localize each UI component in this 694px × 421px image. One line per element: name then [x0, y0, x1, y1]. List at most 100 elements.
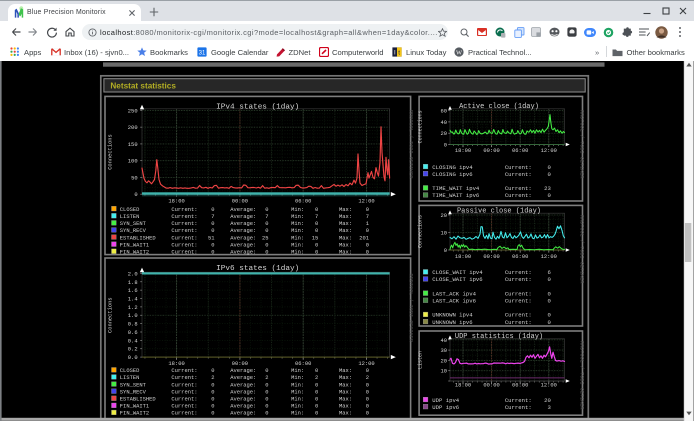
svg-text:Current:: Current: — [505, 290, 532, 297]
svg-text:0: 0 — [211, 367, 214, 374]
svg-text:TIME_WAIT ipv6: TIME_WAIT ipv6 — [432, 192, 479, 199]
svg-text:CLOSED: CLOSED — [120, 206, 140, 213]
svg-text:SYN_SENT: SYN_SENT — [120, 220, 147, 227]
svg-text:LAST_ACK ipv4: LAST_ACK ipv4 — [432, 290, 476, 297]
svg-text:06:00: 06:00 — [512, 147, 528, 154]
svg-text:0.0: 0.0 — [128, 354, 138, 361]
svg-text:Current:: Current: — [505, 404, 532, 411]
svg-text:Current:: Current: — [505, 312, 532, 319]
svg-text:UDP ipv4: UDP ipv4 — [432, 397, 459, 404]
svg-text:2: 2 — [315, 374, 318, 381]
svg-text:40: 40 — [440, 119, 447, 126]
svg-text:3: 3 — [548, 404, 551, 411]
svg-text:0: 0 — [315, 410, 318, 417]
svg-text:25: 25 — [262, 234, 269, 241]
svg-text:Min:: Min: — [291, 396, 304, 403]
svg-text:0: 0 — [315, 249, 318, 256]
svg-text:0.8: 0.8 — [128, 321, 138, 328]
svg-text:0: 0 — [265, 403, 268, 410]
svg-text:SYN_RECV: SYN_RECV — [120, 227, 147, 234]
svg-text:18:00: 18:00 — [455, 147, 471, 154]
svg-text:201: 201 — [359, 234, 369, 241]
svg-text:Current:: Current: — [171, 206, 197, 213]
svg-text:Current:: Current: — [171, 227, 197, 234]
svg-text:0: 0 — [211, 227, 214, 234]
svg-text:UNKNOWN ipv4: UNKNOWN ipv4 — [432, 312, 473, 319]
svg-text:12:00: 12:00 — [358, 197, 374, 204]
svg-text:0: 0 — [366, 381, 369, 388]
svg-text:250: 250 — [128, 107, 138, 114]
svg-text:Max:: Max: — [339, 403, 352, 410]
svg-text:2: 2 — [366, 374, 369, 381]
svg-text:Current:: Current: — [505, 164, 532, 171]
svg-text:RRDTOOL / TOBI OETIKER: RRDTOOL / TOBI OETIKER — [579, 341, 585, 410]
svg-text:Current:: Current: — [505, 185, 532, 192]
svg-text:0: 0 — [265, 410, 268, 417]
svg-text:15: 15 — [312, 234, 319, 241]
svg-text:0: 0 — [444, 142, 447, 149]
svg-text:51: 51 — [208, 234, 215, 241]
svg-text:1.2: 1.2 — [128, 304, 138, 311]
svg-text:Average:: Average: — [230, 206, 256, 213]
svg-text:FIN_WAIT2: FIN_WAIT2 — [120, 410, 149, 417]
svg-text:0: 0 — [315, 220, 318, 227]
svg-text:TIME_WAIT ipv4: TIME_WAIT ipv4 — [432, 185, 480, 192]
svg-text:CLOSE_WAIT ipv6: CLOSE_WAIT ipv6 — [432, 276, 482, 283]
svg-text:Current:: Current: — [171, 213, 197, 220]
svg-text:0: 0 — [315, 206, 318, 213]
svg-text:06:00: 06:00 — [512, 253, 528, 260]
svg-text:UDP ipv6: UDP ipv6 — [432, 404, 459, 411]
svg-text:Connections: Connections — [418, 110, 424, 143]
svg-text:0.6: 0.6 — [128, 329, 138, 336]
svg-text:Current:: Current: — [171, 249, 197, 256]
svg-text:Passive close (1day): Passive close (1day) — [457, 207, 541, 215]
svg-text:Average:: Average: — [230, 220, 256, 227]
svg-text:LAST_ACK ipv6: LAST_ACK ipv6 — [432, 298, 476, 305]
svg-text:1.8: 1.8 — [128, 279, 138, 286]
svg-text:0: 0 — [265, 396, 268, 403]
svg-text:W: W — [456, 49, 463, 56]
svg-text:Min:: Min: — [291, 227, 304, 234]
svg-text:6: 6 — [548, 269, 551, 276]
svg-text:Max:: Max: — [339, 388, 352, 395]
svg-text:Current:: Current: — [171, 388, 197, 395]
svg-text:LISTEN: LISTEN — [120, 213, 140, 220]
svg-text:Listen: Listen — [418, 351, 424, 369]
svg-text:Max:: Max: — [339, 206, 352, 213]
svg-text:Current:: Current: — [505, 276, 532, 283]
svg-text:Min:: Min: — [291, 367, 304, 374]
svg-text:Average:: Average: — [230, 403, 256, 410]
svg-text:20: 20 — [440, 130, 447, 137]
svg-text:0: 0 — [211, 249, 214, 256]
svg-text:7: 7 — [211, 213, 214, 220]
svg-text:Connections: Connections — [108, 134, 114, 170]
svg-text:0: 0 — [265, 381, 268, 388]
svg-text:Min:: Min: — [291, 234, 304, 241]
svg-text:2.0: 2.0 — [128, 270, 138, 277]
svg-text:18:00: 18:00 — [168, 197, 184, 204]
svg-text:Connections: Connections — [108, 297, 114, 333]
svg-text:Current:: Current: — [171, 396, 197, 403]
svg-text:Current:: Current: — [171, 220, 197, 227]
svg-text:SYN_RECV: SYN_RECV — [120, 388, 147, 395]
svg-text:150: 150 — [128, 141, 138, 148]
svg-text:Current:: Current: — [505, 298, 532, 305]
svg-text:10: 10 — [440, 368, 447, 375]
svg-text:Min:: Min: — [291, 381, 304, 388]
svg-text:Average:: Average: — [230, 249, 256, 256]
svg-text:0: 0 — [265, 206, 268, 213]
svg-text:IPv4 states (1day): IPv4 states (1day) — [216, 104, 299, 112]
svg-text:Current:: Current: — [171, 241, 197, 248]
svg-text:FIN_WAIT1: FIN_WAIT1 — [120, 241, 149, 248]
svg-text:0: 0 — [211, 396, 214, 403]
svg-text:0: 0 — [315, 241, 318, 248]
svg-text:1.0: 1.0 — [128, 312, 138, 319]
svg-text:0.2: 0.2 — [128, 346, 138, 353]
svg-text:RRDTOOL / TOBI OETIKER: RRDTOOL / TOBI OETIKER — [579, 215, 585, 284]
svg-text:Max:: Max: — [339, 410, 352, 417]
svg-text:Max:: Max: — [339, 396, 352, 403]
svg-text:Average:: Average: — [230, 227, 256, 234]
svg-text:0: 0 — [444, 247, 447, 254]
svg-text:Max:: Max: — [339, 227, 352, 234]
svg-text:12:00: 12:00 — [541, 253, 557, 260]
